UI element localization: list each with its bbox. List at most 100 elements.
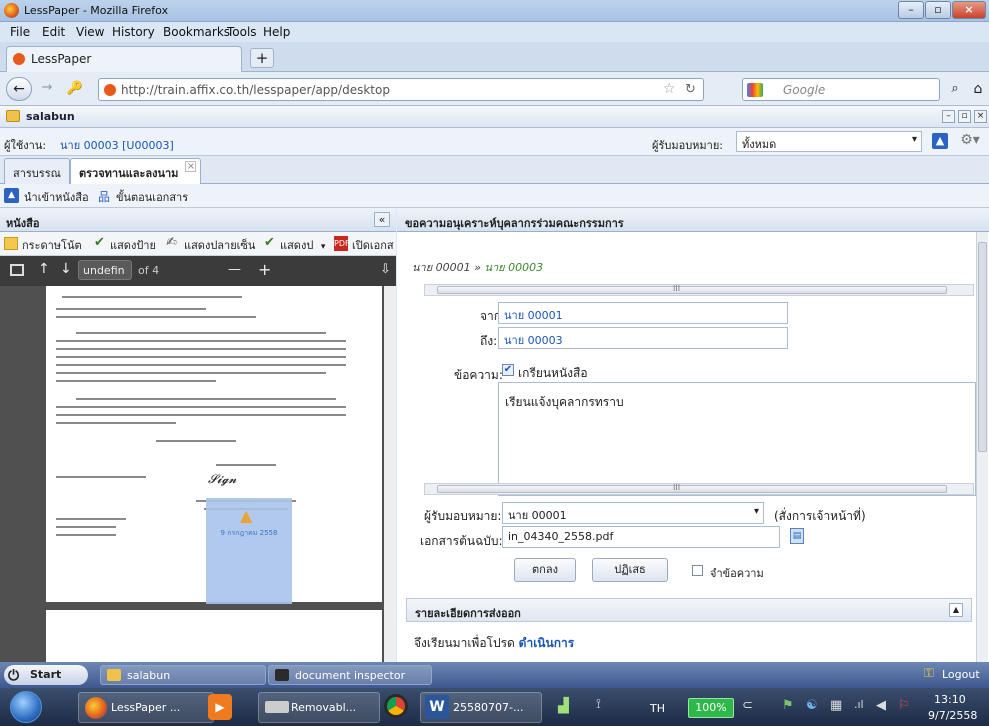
url-bar[interactable]: http://train.affix.co.th/lesspaper/app/d…	[98, 78, 704, 101]
volume-icon[interactable]: ◀	[876, 698, 886, 713]
show-more-label: แสดงป	[280, 239, 314, 252]
checkmark-icon: ✔	[94, 235, 105, 250]
sidebar-toggle-icon[interactable]	[10, 264, 24, 276]
flag-icon[interactable]: ⚐	[898, 698, 910, 713]
tray-icon[interactable]: ⊂	[742, 698, 753, 713]
app-maximize-button[interactable]: ▫	[958, 110, 971, 123]
show-label-button[interactable]: ✔ แสดงป้าย	[94, 235, 156, 254]
menu-help[interactable]: Help	[263, 25, 290, 39]
zoom-in-button[interactable]: +	[258, 260, 271, 279]
download-icon[interactable]: ⇩	[380, 262, 391, 277]
search-button[interactable]: ⌕	[944, 78, 966, 101]
sticky-note-button[interactable]: กระดาษโน้ต	[4, 236, 82, 254]
workflow-button[interactable]: 品 ขั้นตอนเอกสาร	[96, 188, 188, 205]
tab-close-icon[interactable]: ×	[185, 161, 197, 172]
reject-button[interactable]: ปฏิเสธ	[592, 558, 668, 582]
menu-tools[interactable]: Tools	[227, 25, 257, 39]
task-removable[interactable]: Removabl...	[258, 692, 380, 723]
show-signature-button[interactable]: ✍ แสดงปลายเซ็น	[166, 235, 256, 254]
document-panel-title: หนังสือ	[6, 217, 40, 230]
sticky-note[interactable]: ▲ 9 กรกฎาคม 2558	[206, 498, 292, 604]
attachment-browse-icon[interactable]: ▤	[790, 528, 804, 544]
chrome-icon[interactable]	[384, 694, 408, 718]
tray-device-icon[interactable]: ▦	[830, 698, 842, 713]
menu-edit[interactable]: Edit	[42, 25, 65, 39]
open-document-button[interactable]: PDF เปิดเอกส	[334, 236, 396, 254]
show-signature-label: แสดงปลายเซ็น	[184, 239, 256, 252]
sticky-note-date: 9 กรกฎาคม 2558	[220, 529, 278, 537]
vertical-scrollbar[interactable]	[976, 232, 988, 662]
close-button[interactable]: ×	[952, 1, 986, 19]
browser-tab[interactable]: LessPaper	[6, 46, 242, 72]
power-icon: ⏻	[8, 668, 20, 684]
upload-icon[interactable]: ▲	[932, 133, 948, 149]
pdf-scrollbar[interactable]	[384, 286, 396, 662]
collapse-section-icon[interactable]: ▲	[949, 603, 963, 617]
collapse-panel-button[interactable]: «	[374, 212, 390, 227]
tab-review-sign[interactable]: ตรวจทานและลงนาม ×	[70, 158, 202, 184]
write-letter-checkbox[interactable]: ✔ เกรียนหนังสือ	[502, 364, 588, 383]
app-header: salabun – ▫ ×	[0, 106, 989, 128]
network-icon[interactable]: ▟	[558, 698, 588, 716]
windows-start-orb-icon[interactable]	[10, 691, 42, 723]
to-field[interactable]: นาย 00003	[498, 327, 788, 349]
usb-drive-icon	[265, 701, 289, 713]
wireless-icon[interactable]: ⟟	[596, 697, 601, 712]
taskbar-item-document-inspector[interactable]: document inspector	[268, 665, 432, 685]
clock-date[interactable]: 9/7/2558	[928, 709, 977, 722]
zoom-out-button[interactable]: —	[228, 262, 241, 277]
minimize-button[interactable]: –	[898, 1, 924, 19]
signal-icon[interactable]: .ıl	[854, 698, 864, 711]
battery-indicator[interactable]: 100%	[688, 698, 734, 718]
remember-message-checkbox[interactable]: จำข้อความ	[692, 564, 764, 582]
ok-button[interactable]: ตกลง	[514, 558, 576, 582]
task-firefox[interactable]: LessPaper ...	[78, 692, 214, 723]
show-more-button[interactable]: ✔ แสดงป ▾	[264, 235, 325, 254]
site-identity-icon[interactable]: 🔑	[66, 81, 84, 97]
import-icon: ▲	[4, 188, 19, 203]
app-minimize-button[interactable]: –	[942, 110, 955, 123]
tray-app-icon[interactable]: ⚑	[782, 698, 794, 713]
folder-icon	[107, 669, 121, 681]
bookmark-star-icon[interactable]: ☆	[663, 81, 676, 97]
search-box[interactable]: Google	[742, 78, 940, 101]
next-page-icon[interactable]: ↓	[60, 261, 72, 277]
assignee-select[interactable]: นาย 00001 ▾	[502, 502, 764, 524]
menu-bookmarks[interactable]: Bookmarks	[163, 25, 230, 39]
search-icon: ⌕	[951, 81, 959, 96]
clock-time[interactable]: 13:10	[934, 693, 966, 706]
menu-view[interactable]: View	[76, 25, 104, 39]
back-arrow-icon: ←	[13, 81, 25, 97]
task-word[interactable]: W 25580707-...	[420, 692, 542, 723]
new-tab-button[interactable]: +	[250, 48, 274, 68]
tray-sync-icon[interactable]: ☯	[806, 698, 818, 713]
start-button[interactable]: ⏻ Start	[4, 665, 88, 685]
horizontal-scrollbar-top[interactable]: III	[424, 284, 974, 296]
assignee-label: ผู้รับมอบหมาย:	[424, 509, 502, 523]
home-button[interactable]: ⌂	[968, 78, 988, 101]
maximize-button[interactable]: ▫	[925, 1, 951, 19]
logout-button[interactable]: ⚿ Logout	[922, 665, 986, 685]
horizontal-scrollbar-bottom[interactable]: III	[424, 483, 974, 495]
tab-saraban[interactable]: สารบรรณ	[4, 158, 70, 184]
reload-icon[interactable]: ↻	[685, 82, 696, 97]
assignee-filter-select[interactable]: ทั้งหมด ▾	[736, 131, 922, 152]
back-button[interactable]: ←	[6, 77, 32, 101]
attachment-field[interactable]: in_04340_2558.pdf	[502, 526, 780, 548]
assignee-filter-label: ผู้รับมอบหมาย:	[652, 139, 724, 152]
taskbar-item-salabun[interactable]: salabun	[100, 665, 266, 685]
media-player-icon[interactable]: ▶	[208, 694, 232, 720]
page-number-input[interactable]: undefin	[78, 260, 132, 280]
menu-history[interactable]: History	[112, 25, 155, 39]
tab-review-sign-label: ตรวจทานและลงนาม	[79, 167, 179, 180]
gear-icon[interactable]: ⚙▾	[958, 132, 982, 150]
prev-page-icon[interactable]: ↑	[38, 261, 50, 277]
menu-file[interactable]: File	[10, 25, 30, 39]
from-field[interactable]: นาย 00001	[498, 302, 788, 324]
import-document-button[interactable]: ▲ นำเข้าหนังสือ	[4, 188, 89, 205]
language-indicator[interactable]: TH	[650, 702, 665, 715]
message-textarea[interactable]: เรียนแจ้งบุคลากรทราบ	[498, 382, 976, 496]
app-close-button[interactable]: ×	[974, 110, 987, 123]
forward-button[interactable]: →	[36, 80, 58, 98]
forward-arrow-icon: →	[41, 80, 53, 95]
